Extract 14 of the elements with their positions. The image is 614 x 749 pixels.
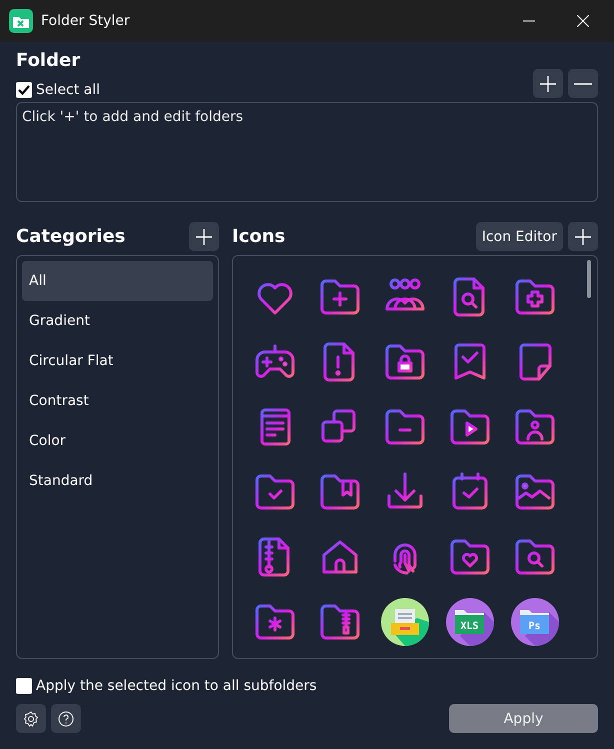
category-item[interactable]: Color: [22, 421, 213, 461]
checkbox-label: Apply the selected icon to all subfolders: [36, 678, 317, 694]
section-heading: Icons: [232, 226, 286, 247]
category-item[interactable]: Contrast: [22, 381, 213, 421]
folder-list-field[interactable]: Click '+' to add and edit folders: [16, 102, 598, 202]
section-heading: Folder: [16, 50, 82, 71]
category-item[interactable]: Gradient: [22, 301, 213, 341]
window-title: Folder Styler: [41, 13, 131, 29]
category-item[interactable]: All: [22, 261, 213, 301]
icon-editor-button[interactable]: Icon Editor: [476, 222, 563, 251]
category-item[interactable]: Standard: [22, 461, 213, 501]
category-item[interactable]: Circular Flat: [22, 341, 213, 381]
section-heading: Categories: [16, 226, 126, 247]
checkbox-label: Select all: [36, 82, 100, 98]
